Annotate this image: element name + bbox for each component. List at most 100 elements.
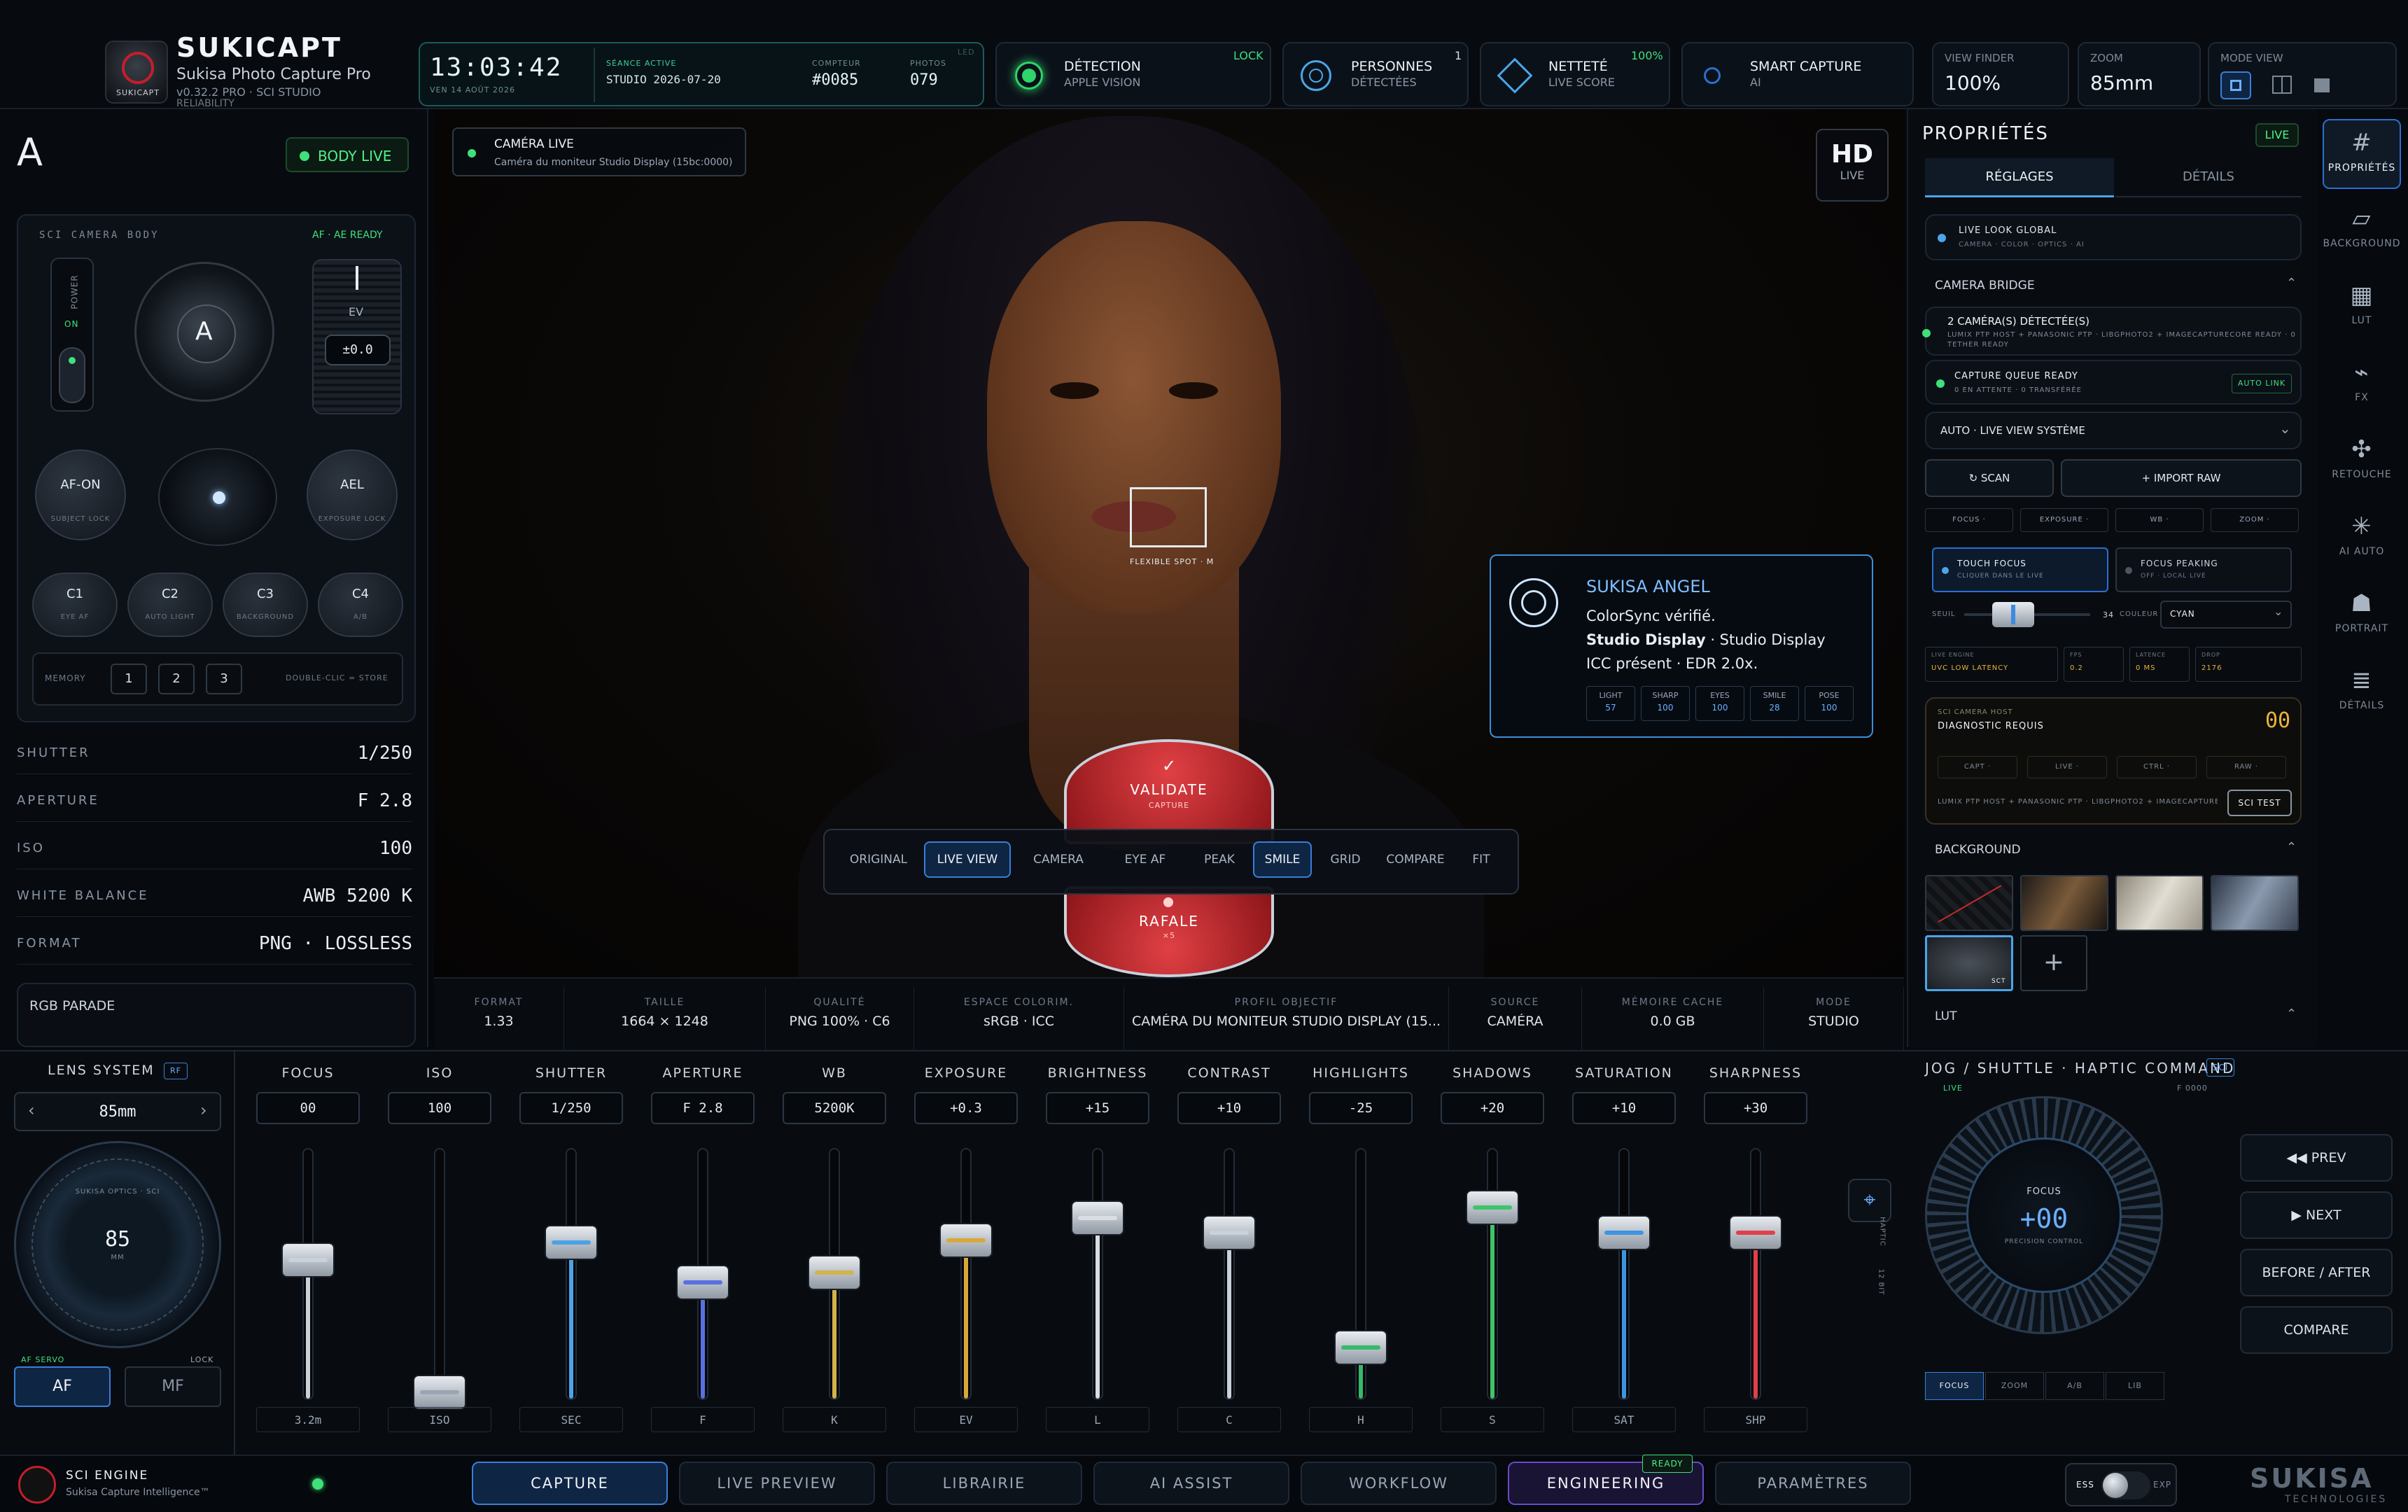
slider-knob[interactable] bbox=[1597, 1215, 1651, 1251]
mode-grid-icon[interactable] bbox=[2314, 78, 2330, 92]
seuil-slider[interactable] bbox=[1964, 601, 2090, 629]
chevron-up-icon[interactable]: ⌃ bbox=[2286, 840, 2297, 855]
slider-knob[interactable] bbox=[1729, 1215, 1782, 1251]
background-swatch-3[interactable] bbox=[2115, 875, 2204, 931]
memory-slot-2[interactable]: 2 bbox=[158, 664, 195, 694]
background-swatch-2[interactable] bbox=[2020, 875, 2108, 931]
custom-button-c1[interactable]: C1 EYE AF bbox=[32, 573, 118, 637]
auto-link-badge[interactable]: AUTO LINK bbox=[2232, 374, 2292, 393]
tab-workflow[interactable]: WORKFLOW bbox=[1301, 1462, 1497, 1505]
ev-wheel[interactable]: EV ±0.0 bbox=[312, 259, 402, 414]
tab-details[interactable]: DÉTAILS bbox=[2115, 158, 2302, 197]
compare-button[interactable]: COMPARE bbox=[2240, 1306, 2393, 1354]
mini-dropdown[interactable]: EXPOSURE · bbox=[2020, 508, 2108, 532]
slider-focus[interactable]: FOCUS 00 3.2m bbox=[246, 1057, 370, 1435]
zoom-chip[interactable]: ZOOM 85mm bbox=[2078, 42, 2201, 106]
slider-value[interactable]: +0.3 bbox=[914, 1092, 1018, 1124]
slider-track[interactable] bbox=[434, 1148, 445, 1400]
slider-value[interactable]: 5200K bbox=[783, 1092, 886, 1124]
slider-wb[interactable]: WB 5200K K bbox=[773, 1057, 896, 1435]
smart-capture-status[interactable]: SMART CAPTURE AI bbox=[1681, 42, 1914, 106]
slider-knob[interactable] bbox=[413, 1374, 466, 1410]
view-button-grid[interactable]: GRID bbox=[1316, 841, 1375, 878]
slider-track[interactable] bbox=[960, 1148, 972, 1400]
slider-value[interactable]: +15 bbox=[1046, 1092, 1149, 1124]
slider-track[interactable] bbox=[566, 1148, 577, 1400]
background-swatch-4[interactable] bbox=[2211, 875, 2299, 931]
camera-live-chip[interactable]: CAMÉRA LIVE Caméra du moniteur Studio Di… bbox=[452, 127, 746, 176]
slider-knob[interactable] bbox=[808, 1255, 861, 1290]
focal-next-button[interactable]: › bbox=[200, 1100, 207, 1120]
slider-saturation[interactable]: SATURATION +10 SAT bbox=[1562, 1057, 1686, 1435]
custom-button-c4[interactable]: C4 A/B bbox=[318, 573, 403, 637]
side-tab-détails[interactable]: ≣ DÉTAILS bbox=[2323, 658, 2401, 728]
scan-button[interactable]: ↻ SCAN bbox=[1925, 459, 2054, 497]
view-button-camera[interactable]: CAMERA bbox=[1015, 841, 1102, 878]
slider-highlights[interactable]: HIGHLIGHTS -25 H bbox=[1299, 1057, 1422, 1435]
import-raw-button[interactable]: + IMPORT RAW bbox=[2061, 459, 2302, 497]
jog-mode-ab[interactable]: A/B bbox=[2045, 1372, 2104, 1400]
slider-value[interactable]: 00 bbox=[256, 1092, 360, 1124]
ael-button[interactable]: AEL EXPOSURE LOCK bbox=[307, 449, 398, 540]
next-button[interactable]: ▶ NEXT bbox=[2240, 1191, 2393, 1239]
jog-wheel[interactable]: FOCUS +00 PRECISION CONTROL bbox=[1925, 1096, 2163, 1334]
slider-knob[interactable] bbox=[676, 1265, 729, 1301]
camera-bridge-section[interactable]: CAMERA BRIDGE ⌃ bbox=[1925, 276, 2302, 300]
slider-iso[interactable]: ISO 100 ISO bbox=[378, 1057, 501, 1435]
sharpness-status[interactable]: NETTETÉ LIVE SCORE 100% bbox=[1480, 42, 1670, 106]
property-value[interactable]: AWB 5200 K bbox=[302, 886, 412, 906]
af-button[interactable]: AF bbox=[14, 1366, 111, 1407]
view-button-live-view[interactable]: LIVE VIEW bbox=[924, 841, 1011, 878]
prev-button[interactable]: ◀◀ PREV bbox=[2240, 1134, 2393, 1182]
focus-peaking-toggle[interactable]: FOCUS PEAKING OFF · LOCAL LIVE bbox=[2115, 547, 2292, 592]
slider-shadows[interactable]: SHADOWS +20 S bbox=[1431, 1057, 1554, 1435]
mode-dial[interactable]: A bbox=[134, 262, 274, 402]
persons-status[interactable]: PERSONNES DÉTECTÉES 1 bbox=[1282, 42, 1469, 106]
view-button-peak[interactable]: PEAK bbox=[1190, 841, 1249, 878]
slider-knob[interactable] bbox=[1334, 1329, 1387, 1365]
custom-button-c2[interactable]: C2 AUTO LIGHT bbox=[127, 573, 213, 637]
side-tab-propriétés[interactable]: # PROPRIÉTÉS bbox=[2323, 119, 2401, 189]
before-after-button[interactable]: BEFORE / AFTER bbox=[2240, 1249, 2393, 1296]
slider-track[interactable] bbox=[1224, 1148, 1235, 1400]
joystick[interactable] bbox=[158, 448, 277, 546]
slider-knob[interactable] bbox=[281, 1242, 335, 1278]
mode-split-icon[interactable] bbox=[2272, 76, 2292, 94]
sci-test-button[interactable]: SCI TEST bbox=[2227, 790, 2292, 816]
jog-mode-lib[interactable]: LIB bbox=[2106, 1372, 2164, 1400]
host-button[interactable]: CAPT · bbox=[1938, 756, 2017, 778]
power-switch[interactable]: POWER ON bbox=[50, 258, 94, 412]
slider-track[interactable] bbox=[1487, 1148, 1498, 1400]
tab-reglages[interactable]: RÉGLAGES bbox=[1925, 158, 2114, 197]
slider-knob[interactable] bbox=[1466, 1190, 1519, 1226]
mf-button[interactable]: MF bbox=[125, 1366, 221, 1407]
tab-librairie[interactable]: LIBRAIRIE bbox=[886, 1462, 1082, 1505]
slider-knob[interactable] bbox=[939, 1222, 993, 1258]
slider-knob[interactable] bbox=[1071, 1200, 1124, 1236]
live-viewer[interactable]: CAMÉRA LIVE Caméra du moniteur Studio Di… bbox=[434, 109, 1904, 977]
slider-sharpness[interactable]: SHARPNESS +30 SHP bbox=[1694, 1057, 1817, 1435]
host-button[interactable]: RAW · bbox=[2206, 756, 2286, 778]
mini-dropdown[interactable]: WB · bbox=[2115, 508, 2204, 532]
focus-spot-box[interactable] bbox=[1130, 487, 1207, 547]
slider-track[interactable] bbox=[1092, 1148, 1103, 1400]
view-button-original[interactable]: ORIGINAL bbox=[837, 841, 920, 878]
tab-paramètres[interactable]: PARAMÈTRES bbox=[1715, 1462, 1911, 1505]
slider-brightness[interactable]: BRIGHTNESS +15 L bbox=[1036, 1057, 1159, 1435]
side-tab-portrait[interactable]: ☗ PORTRAIT bbox=[2323, 581, 2401, 651]
slider-contrast[interactable]: CONTRAST +10 C bbox=[1168, 1057, 1291, 1435]
slider-value[interactable]: F 2.8 bbox=[651, 1092, 755, 1124]
view-button-fit[interactable]: FIT bbox=[1456, 841, 1506, 878]
slider-value[interactable]: +10 bbox=[1177, 1092, 1281, 1124]
slider-aperture[interactable]: APERTURE F 2.8 F bbox=[641, 1057, 764, 1435]
focal-selector[interactable]: ‹ 85mm › bbox=[14, 1092, 221, 1131]
live-view-select[interactable]: AUTO · LIVE VIEW SYSTÈME ⌄ bbox=[1925, 412, 2302, 449]
background-swatch-1[interactable] bbox=[1925, 875, 2013, 931]
custom-button-c3[interactable]: C3 BACKGROUND bbox=[223, 573, 308, 637]
mini-dropdown[interactable]: FOCUS · bbox=[1925, 508, 2013, 532]
add-background-button[interactable]: + bbox=[2020, 935, 2087, 991]
host-button[interactable]: LIVE · bbox=[2027, 756, 2107, 778]
background-section[interactable]: BACKGROUND ⌃ bbox=[1925, 840, 2302, 861]
touch-focus-toggle[interactable]: TOUCH FOCUS CLIQUER DANS LE LIVE bbox=[1932, 547, 2108, 592]
view-button-eye-af[interactable]: EYE AF bbox=[1106, 841, 1184, 878]
